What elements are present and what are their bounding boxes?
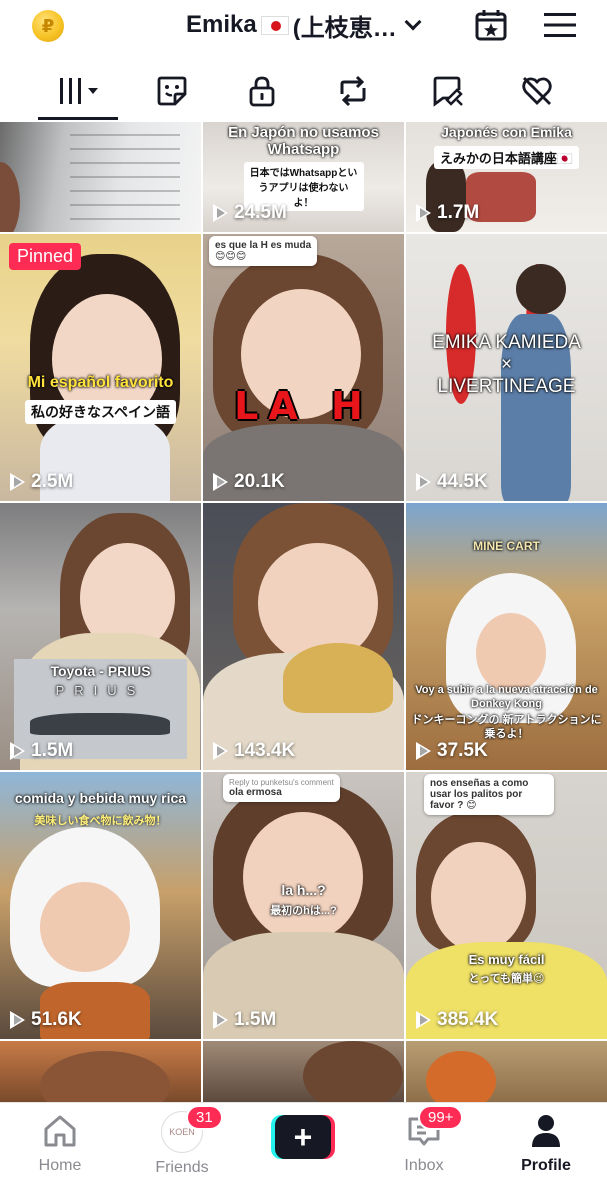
- profile-icon: [532, 1115, 560, 1147]
- calendar-star-icon[interactable]: [474, 8, 508, 42]
- video-tile[interactable]: [0, 122, 201, 232]
- view-count: 1.7M: [416, 202, 479, 224]
- video-tile[interactable]: 143.4K: [203, 503, 404, 770]
- video-tile[interactable]: nos enseñas a como usar los palitos por …: [406, 772, 607, 1039]
- tab-private[interactable]: [222, 62, 302, 120]
- grid-icon: [60, 78, 98, 104]
- tab-reposts[interactable]: [313, 62, 393, 120]
- profile-tab-row: [0, 62, 607, 122]
- video-tile[interactable]: Toyota - PRIUS PRIUS 1.5M: [0, 503, 201, 770]
- nav-home[interactable]: Home: [0, 1103, 120, 1200]
- comment-bubble: es que la H es muda 😊😊😊: [209, 236, 318, 266]
- play-icon: [213, 204, 228, 222]
- video-tile[interactable]: En Japón no usamos Whatsapp 日本ではWhatsapp…: [203, 122, 404, 232]
- play-icon: [213, 742, 228, 760]
- video-tile[interactable]: MINE CART Voy a subir a la nueva atracci…: [406, 503, 607, 770]
- pinned-badge: Pinned: [9, 243, 82, 270]
- video-caption: la h...?: [281, 882, 326, 898]
- video-subcaption: えみかの日本語講座🇯🇵: [433, 146, 580, 169]
- video-caption: Voy a subir a la nueva atracción de Donk…: [415, 684, 598, 710]
- video-caption: En Japón no usamos Whatsapp: [228, 124, 379, 158]
- video-tile[interactable]: [406, 1041, 607, 1102]
- tab-liked[interactable]: [497, 62, 577, 120]
- hamburger-menu-icon[interactable]: [544, 12, 576, 38]
- repost-icon: [340, 75, 366, 107]
- video-tile[interactable]: Japonés con Emika えみかの日本語講座🇯🇵 1.7M: [406, 122, 607, 232]
- view-count: 1.5M: [213, 1009, 276, 1031]
- nav-friends[interactable]: KOEN 31 Friends: [122, 1103, 242, 1200]
- video-subcaption: 美味しい食べ物に飲み物！: [34, 815, 167, 827]
- sticker-icon: [157, 76, 187, 106]
- nav-friends-label: Friends: [155, 1159, 209, 1176]
- play-icon: [10, 742, 25, 760]
- view-count: 143.4K: [213, 740, 295, 762]
- heart-icon: [522, 77, 552, 105]
- video-subcaption: 私の好きなスペイン語: [24, 400, 177, 424]
- nav-inbox[interactable]: 99+ Inbox: [364, 1103, 484, 1200]
- comment-bubble: Reply to punketsu's comment ola ermosa: [223, 774, 340, 802]
- video-tile[interactable]: Reply to punketsu's comment ola ermosa l…: [203, 772, 404, 1039]
- video-caption: Mi español favorito: [27, 374, 174, 391]
- video-tile[interactable]: comida y bebida muy rica 美味しい食べ物に飲み物！ 51…: [0, 772, 201, 1039]
- top-bar: ₽ Emika (上枝恵…: [0, 0, 607, 52]
- video-subcaption: とっても簡単😉: [468, 973, 545, 985]
- nav-profile[interactable]: Profile: [486, 1103, 606, 1200]
- home-icon: [44, 1115, 76, 1147]
- video-caption: Es muy fácil: [468, 952, 545, 967]
- video-caption: LA H: [234, 384, 373, 428]
- video-caption: comida y bebida muy rica: [14, 790, 187, 806]
- japan-flag-icon: [260, 15, 289, 35]
- play-icon: [10, 473, 25, 491]
- video-tile[interactable]: [203, 1041, 404, 1102]
- view-count: 37.5K: [416, 740, 488, 762]
- profile-name-suffix: (上枝恵…: [292, 14, 397, 41]
- video-subcaption: ドンキーコングの 新アトラクションに乗るよ！: [411, 714, 602, 740]
- video-subcaption: 最初のhは...?: [270, 905, 337, 917]
- tab-videos[interactable]: [38, 62, 118, 120]
- bottom-navigation: Home KOEN 31 Friends + 99+ Inbox Profile: [0, 1102, 607, 1200]
- video-tile[interactable]: es que la H es muda 😊😊😊 LA H 20.1K: [203, 234, 404, 501]
- video-tile[interactable]: EMIKA KAMIEDA × LIVERTINEAGE 44.5K: [406, 234, 607, 501]
- play-icon: [10, 1011, 25, 1029]
- view-count: 385.4K: [416, 1009, 498, 1031]
- profile-name: Emika: [186, 11, 257, 38]
- play-icon: [213, 1011, 228, 1029]
- nav-profile-label: Profile: [521, 1157, 571, 1174]
- lock-icon: [249, 76, 275, 107]
- profile-switcher[interactable]: Emika (上枝恵…: [186, 10, 446, 40]
- video-subcaption: PRIUS: [55, 683, 146, 698]
- tab-tagged[interactable]: [408, 62, 488, 120]
- friends-badge: 31: [186, 1105, 223, 1130]
- nav-home-label: Home: [38, 1157, 82, 1174]
- play-icon: [416, 204, 431, 222]
- view-count: 51.6K: [10, 1009, 82, 1031]
- chevron-down-icon: [404, 13, 422, 31]
- coin-icon[interactable]: ₽: [32, 10, 64, 42]
- video-caption: Japonés con Emika: [441, 124, 572, 140]
- inbox-badge: 99+: [418, 1105, 464, 1130]
- video-caption: Toyota - PRIUS: [50, 663, 151, 679]
- sign-text: MINE CART: [473, 539, 540, 553]
- view-count: 1.5M: [10, 740, 73, 762]
- comment-bubble: nos enseñas a como usar los palitos por …: [424, 774, 554, 815]
- play-icon: [416, 1011, 431, 1029]
- view-count: 2.5M: [10, 471, 73, 493]
- video-tile[interactable]: [0, 1041, 201, 1102]
- play-icon: [416, 473, 431, 491]
- view-count: 20.1K: [213, 471, 285, 493]
- view-count: 24.5M: [213, 202, 287, 224]
- tab-favorites[interactable]: [132, 62, 212, 120]
- nav-inbox-label: Inbox: [404, 1157, 444, 1174]
- play-icon: [213, 473, 228, 491]
- video-tile[interactable]: Pinned Mi español favorito 私の好きなスペイン語 2.…: [0, 234, 201, 501]
- video-grid: En Japón no usamos Whatsapp 日本ではWhatsapp…: [0, 122, 607, 1102]
- video-caption: EMIKA KAMIEDA × LIVERTINEAGE: [432, 332, 581, 397]
- tag-icon: [433, 76, 463, 107]
- plus-icon: +: [275, 1115, 331, 1159]
- play-icon: [416, 742, 431, 760]
- create-button[interactable]: +: [271, 1115, 335, 1159]
- view-count: 44.5K: [416, 471, 488, 493]
